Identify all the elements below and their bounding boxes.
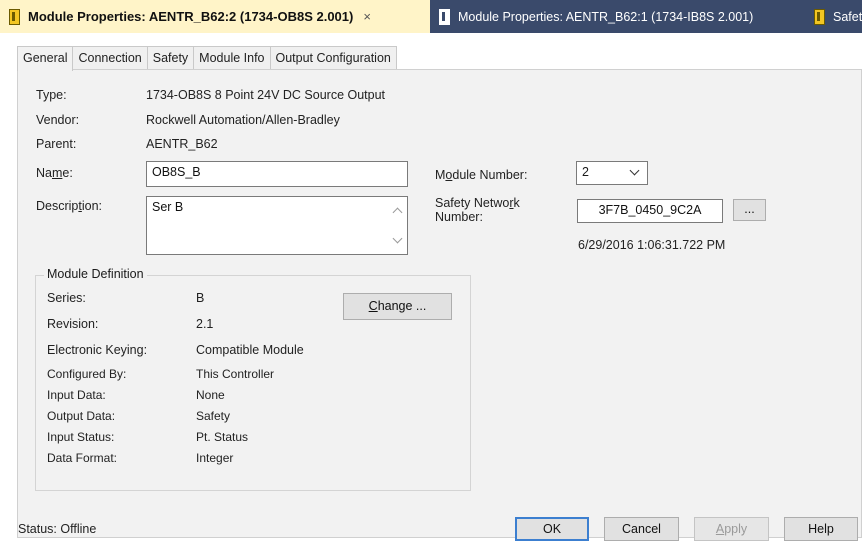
description-label: Description: [36, 199, 103, 213]
md-value-data-format: Integer [196, 451, 234, 465]
doc-tab-third-title: Safet [833, 9, 862, 24]
md-value-input-status: Pt. Status [196, 430, 249, 444]
md-label-data-format: Data Format: [47, 451, 118, 465]
tab-output-configuration[interactable]: Output Configuration [269, 46, 397, 69]
browse-button[interactable]: ... [733, 199, 766, 221]
md-value-revision: 2.1 [196, 317, 214, 331]
tab-safety[interactable]: Safety [146, 46, 195, 69]
cancel-button[interactable]: Cancel [604, 517, 679, 541]
module-icon [814, 8, 825, 25]
apply-button[interactable]: Apply [694, 517, 769, 541]
module-number-label: Module Number: [435, 168, 528, 182]
parent-label: Parent: [36, 137, 77, 151]
change-button[interactable]: Change ... [343, 293, 452, 320]
chevron-down-icon [629, 165, 640, 176]
parent-value: AENTR_B62 [146, 137, 218, 151]
help-button[interactable]: Help [784, 517, 858, 541]
tab-general[interactable]: General [17, 46, 74, 71]
vendor-value: Rockwell Automation/Allen-Bradley [146, 113, 340, 127]
doc-tab-second-title: Module Properties: AENTR_B62:1 (1734-IB8… [458, 9, 754, 24]
md-label-output-data: Output Data: [47, 409, 116, 423]
timestamp: 6/29/2016 1:06:31.722 PM [578, 238, 726, 252]
description-scrollbar[interactable] [390, 197, 407, 254]
tab-module-info[interactable]: Module Info [193, 46, 271, 69]
md-label-electronic-keying: Electronic Keying: [47, 343, 148, 357]
module-definition-title: Module Definition [44, 267, 147, 281]
md-label-configured-by: Configured By: [47, 367, 127, 381]
close-icon[interactable]: × [363, 9, 371, 24]
md-label-input-data: Input Data: [47, 388, 106, 402]
description-text: Ser B [152, 200, 184, 214]
name-label: Name: [36, 166, 73, 180]
module-icon [439, 8, 450, 25]
scroll-up-icon[interactable] [392, 207, 403, 218]
safety-network-number-field[interactable]: 3F7B_0450_9C2A [577, 199, 723, 223]
safety-network-number-label: Safety Network Number: [435, 196, 520, 224]
document-tab-strip: Module Properties: AENTR_B62:2 (1734-OB8… [0, 0, 862, 33]
vendor-label: Vendor: [36, 113, 80, 127]
md-label-series: Series: [47, 291, 86, 305]
md-value-electronic-keying: Compatible Module [196, 343, 304, 357]
module-number-select[interactable]: 2 [576, 161, 648, 185]
md-label-input-status: Input Status: [47, 430, 115, 444]
ok-button[interactable]: OK [515, 517, 589, 541]
module-number-value: 2 [582, 165, 589, 179]
doc-tab-third[interactable]: Safet [805, 0, 862, 33]
doc-tab-active-title: Module Properties: AENTR_B62:2 (1734-OB8… [28, 9, 354, 24]
type-label: Type: [36, 88, 67, 102]
name-field[interactable]: OB8S_B [146, 161, 408, 187]
module-properties-dialog: General Connection Safety Module Info Ou… [0, 33, 862, 541]
md-value-configured-by: This Controller [196, 367, 275, 381]
type-value: 1734-OB8S 8 Point 24V DC Source Output [146, 88, 386, 102]
doc-tab-active[interactable]: Module Properties: AENTR_B62:2 (1734-OB8… [0, 0, 430, 33]
md-value-series: B [196, 291, 205, 305]
description-field[interactable]: Ser B [146, 196, 408, 255]
scroll-down-icon[interactable] [392, 233, 403, 244]
doc-tab-second[interactable]: Module Properties: AENTR_B62:1 (1734-IB8… [430, 0, 805, 33]
dialog-tabs: General Connection Safety Module Info Ou… [17, 46, 397, 71]
status-text: Status: Offline [18, 522, 97, 536]
md-value-output-data: Safety [196, 409, 231, 423]
md-label-revision: Revision: [47, 317, 99, 331]
tab-connection[interactable]: Connection [72, 46, 148, 69]
module-icon [9, 8, 20, 25]
md-value-input-data: None [196, 388, 225, 402]
